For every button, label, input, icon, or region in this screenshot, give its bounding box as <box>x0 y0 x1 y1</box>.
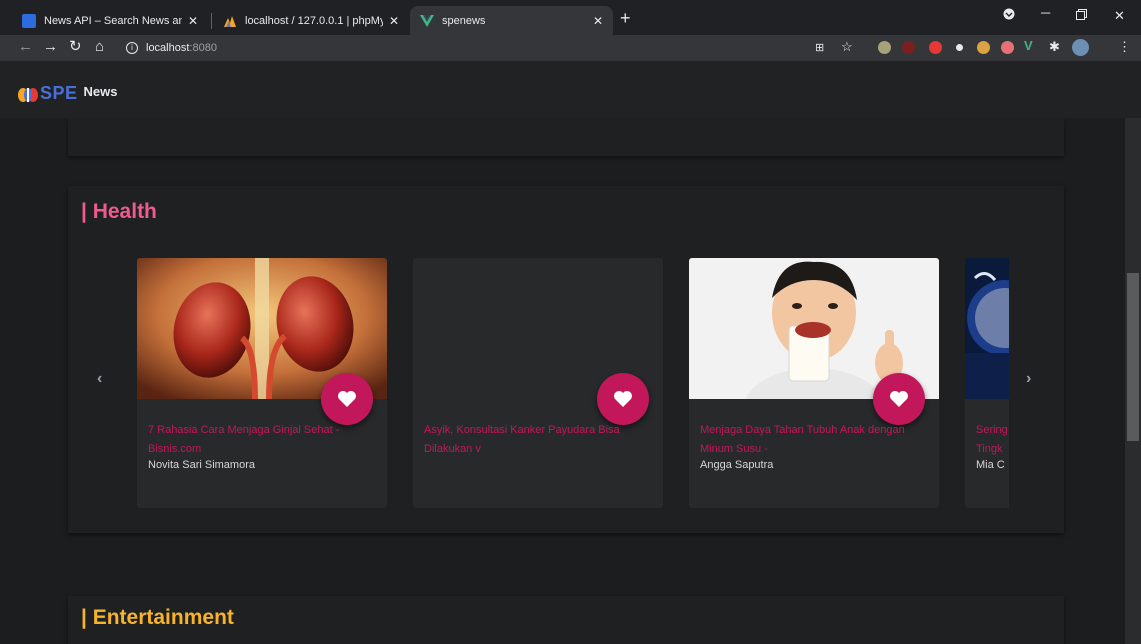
browser-toolbar: ← → ↻ ⌂ i localhost:8080 ⊞ ☆ V ✱ ⋮ <box>0 35 1141 61</box>
app-name: News <box>83 84 118 99</box>
app-header: SPE News <box>0 61 1141 118</box>
news-card[interactable]: 7 Rahasia Cara Menjaga Ginjal Sehat - Bi… <box>137 258 387 508</box>
health-carousel: 7 Rahasia Cara Menjaga Ginjal Sehat - Bi… <box>137 258 1009 508</box>
extension-cookie-icon[interactable] <box>977 41 990 54</box>
close-tab-icon[interactable]: ✕ <box>593 14 603 28</box>
close-window-icon[interactable]: ✕ <box>1114 8 1125 24</box>
restore-icon[interactable] <box>1076 8 1087 23</box>
vue-devtools-icon[interactable]: V <box>1024 38 1033 54</box>
site-info-icon[interactable]: i <box>126 42 138 54</box>
logo[interactable]: SPE News <box>18 83 118 104</box>
extension-glasses-icon[interactable] <box>878 41 891 54</box>
main-content: | Health ‹ › 7 Rahasia Cara Menjaga Ginj… <box>0 118 1125 644</box>
heart-icon <box>338 391 356 407</box>
health-section: | Health ‹ › 7 Rahasia Cara Menjaga Ginj… <box>68 186 1064 533</box>
heart-icon <box>614 391 632 407</box>
chevron-right-icon[interactable]: › <box>1026 370 1031 388</box>
minimize-icon[interactable]: ─ <box>1041 5 1050 20</box>
news-card[interactable]: Menjaga Daya Tahan Tubuh Anak dengan Min… <box>689 258 939 508</box>
avatar[interactable] <box>1072 39 1089 56</box>
new-tab-button[interactable]: + <box>620 9 631 27</box>
tab-title: spenews <box>442 14 486 27</box>
extension-adblock-icon[interactable] <box>929 41 942 54</box>
previous-section-bottom <box>68 118 1064 156</box>
phpmyadmin-favicon-icon <box>223 14 237 28</box>
tab-news-api[interactable]: News API – Search News and Blo ✕ <box>12 6 208 35</box>
news-title[interactable]: 7 Rahasia Cara Menjaga Ginjal Sehat - Bi… <box>148 421 373 459</box>
vue-favicon-icon <box>420 14 434 28</box>
extension-red-icon[interactable] <box>902 41 915 54</box>
translate-icon[interactable]: ⊞ <box>815 40 824 56</box>
tab-title: localhost / 127.0.0.1 | phpMyAdm <box>245 14 383 27</box>
news-title[interactable]: Sering Tingk <box>976 421 1009 459</box>
favorite-button[interactable] <box>873 373 925 425</box>
address-port: :8080 <box>189 42 217 54</box>
favorite-button[interactable] <box>321 373 373 425</box>
section-title-entertainment: | Entertainment <box>81 606 234 629</box>
back-icon[interactable]: ← <box>18 39 33 55</box>
heart-icon <box>890 391 908 407</box>
profile-menu-icon[interactable] <box>1003 8 1015 23</box>
favorite-button[interactable] <box>597 373 649 425</box>
entertainment-section: | Entertainment <box>68 596 1064 644</box>
extensions-puzzle-icon[interactable]: ✱ <box>1049 39 1060 55</box>
address-host: localhost <box>146 42 190 54</box>
news-title[interactable]: Asyik, Konsultasi Kanker Payudara Bisa D… <box>424 421 649 459</box>
news-author: Mia C <box>976 459 1005 471</box>
chevron-left-icon[interactable]: ‹ <box>97 370 102 388</box>
browser-tab-strip: News API – Search News and Blo ✕ localho… <box>0 0 1141 35</box>
home-icon[interactable]: ⌂ <box>95 39 104 55</box>
news-card[interactable]: Sering Tingk Mia C <box>965 258 1009 508</box>
news-title[interactable]: Menjaga Daya Tahan Tubuh Anak dengan Min… <box>700 421 925 459</box>
section-title-health: | Health <box>81 200 157 223</box>
news-author: Novita Sari Simamora <box>148 459 255 471</box>
bookmark-star-icon[interactable]: ☆ <box>841 39 853 55</box>
tab-separator <box>211 13 212 29</box>
tab-phpmyadmin[interactable]: localhost / 127.0.0.1 | phpMyAdm ✕ <box>213 6 409 35</box>
news-author: Angga Saputra <box>700 459 774 471</box>
spe-logo-icon <box>18 85 38 103</box>
reload-icon[interactable]: ↻ <box>69 39 82 55</box>
clock-image <box>965 258 1009 399</box>
address-bar[interactable]: i localhost:8080 <box>118 37 863 59</box>
close-tab-icon[interactable]: ✕ <box>188 14 198 28</box>
newsapi-favicon-icon <box>22 13 36 28</box>
close-tab-icon[interactable]: ✕ <box>389 14 399 28</box>
browser-menu-icon[interactable]: ⋮ <box>1118 39 1131 55</box>
tab-title: News API – Search News and Blo <box>44 14 182 27</box>
forward-icon[interactable]: → <box>43 39 58 55</box>
scrollbar-thumb[interactable] <box>1127 273 1139 441</box>
tab-spenews[interactable]: spenews ✕ <box>410 6 613 35</box>
news-card[interactable]: Asyik, Konsultasi Kanker Payudara Bisa D… <box>413 258 663 508</box>
extension-circle-icon[interactable] <box>953 41 966 54</box>
extension-face-icon[interactable] <box>1001 41 1014 54</box>
logo-text: SPE <box>40 83 78 103</box>
